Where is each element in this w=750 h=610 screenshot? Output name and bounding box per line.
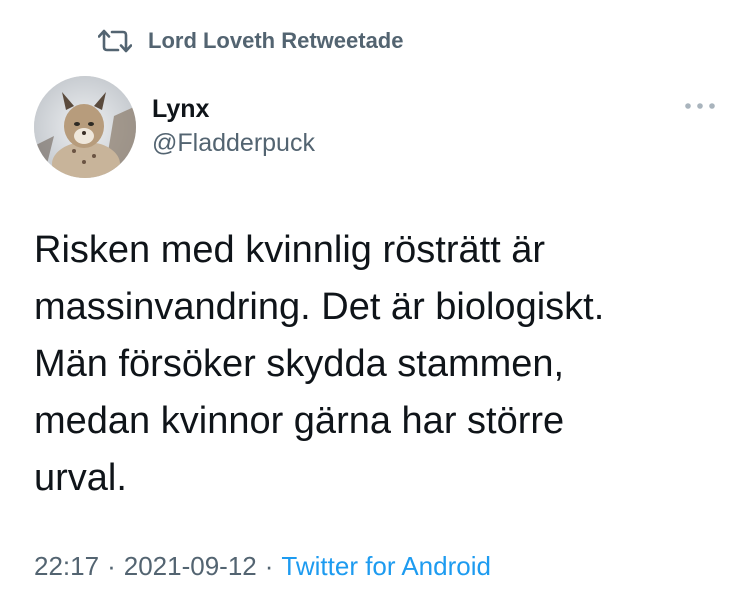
tweet-time[interactable]: 22:17 bbox=[34, 551, 99, 581]
retweet-icon bbox=[98, 28, 132, 54]
tweet-text: Risken med kvinnlig rösträtt är massinva… bbox=[34, 229, 605, 499]
tweet-meta: 22:17 · 2021-09-12 · Twitter for Android bbox=[34, 548, 491, 584]
tweet-date[interactable]: 2021-09-12 bbox=[124, 551, 257, 581]
meta-separator: · bbox=[107, 551, 116, 581]
user-handle[interactable]: @Fladderpuck bbox=[152, 126, 315, 160]
more-options-button[interactable] bbox=[680, 94, 720, 118]
lynx-avatar bbox=[34, 76, 136, 178]
more-options-icon bbox=[685, 103, 715, 109]
display-name[interactable]: Lynx bbox=[152, 92, 315, 126]
tweet-author[interactable]: Lynx @Fladderpuck bbox=[152, 92, 315, 160]
avatar[interactable] bbox=[34, 76, 136, 178]
retweet-context[interactable]: Lord Loveth Retweetade bbox=[98, 26, 403, 56]
retweet-label: Lord Loveth Retweetade bbox=[148, 28, 404, 53]
tweet-client-link[interactable]: Twitter for Android bbox=[281, 551, 491, 581]
meta-separator: · bbox=[264, 551, 274, 581]
